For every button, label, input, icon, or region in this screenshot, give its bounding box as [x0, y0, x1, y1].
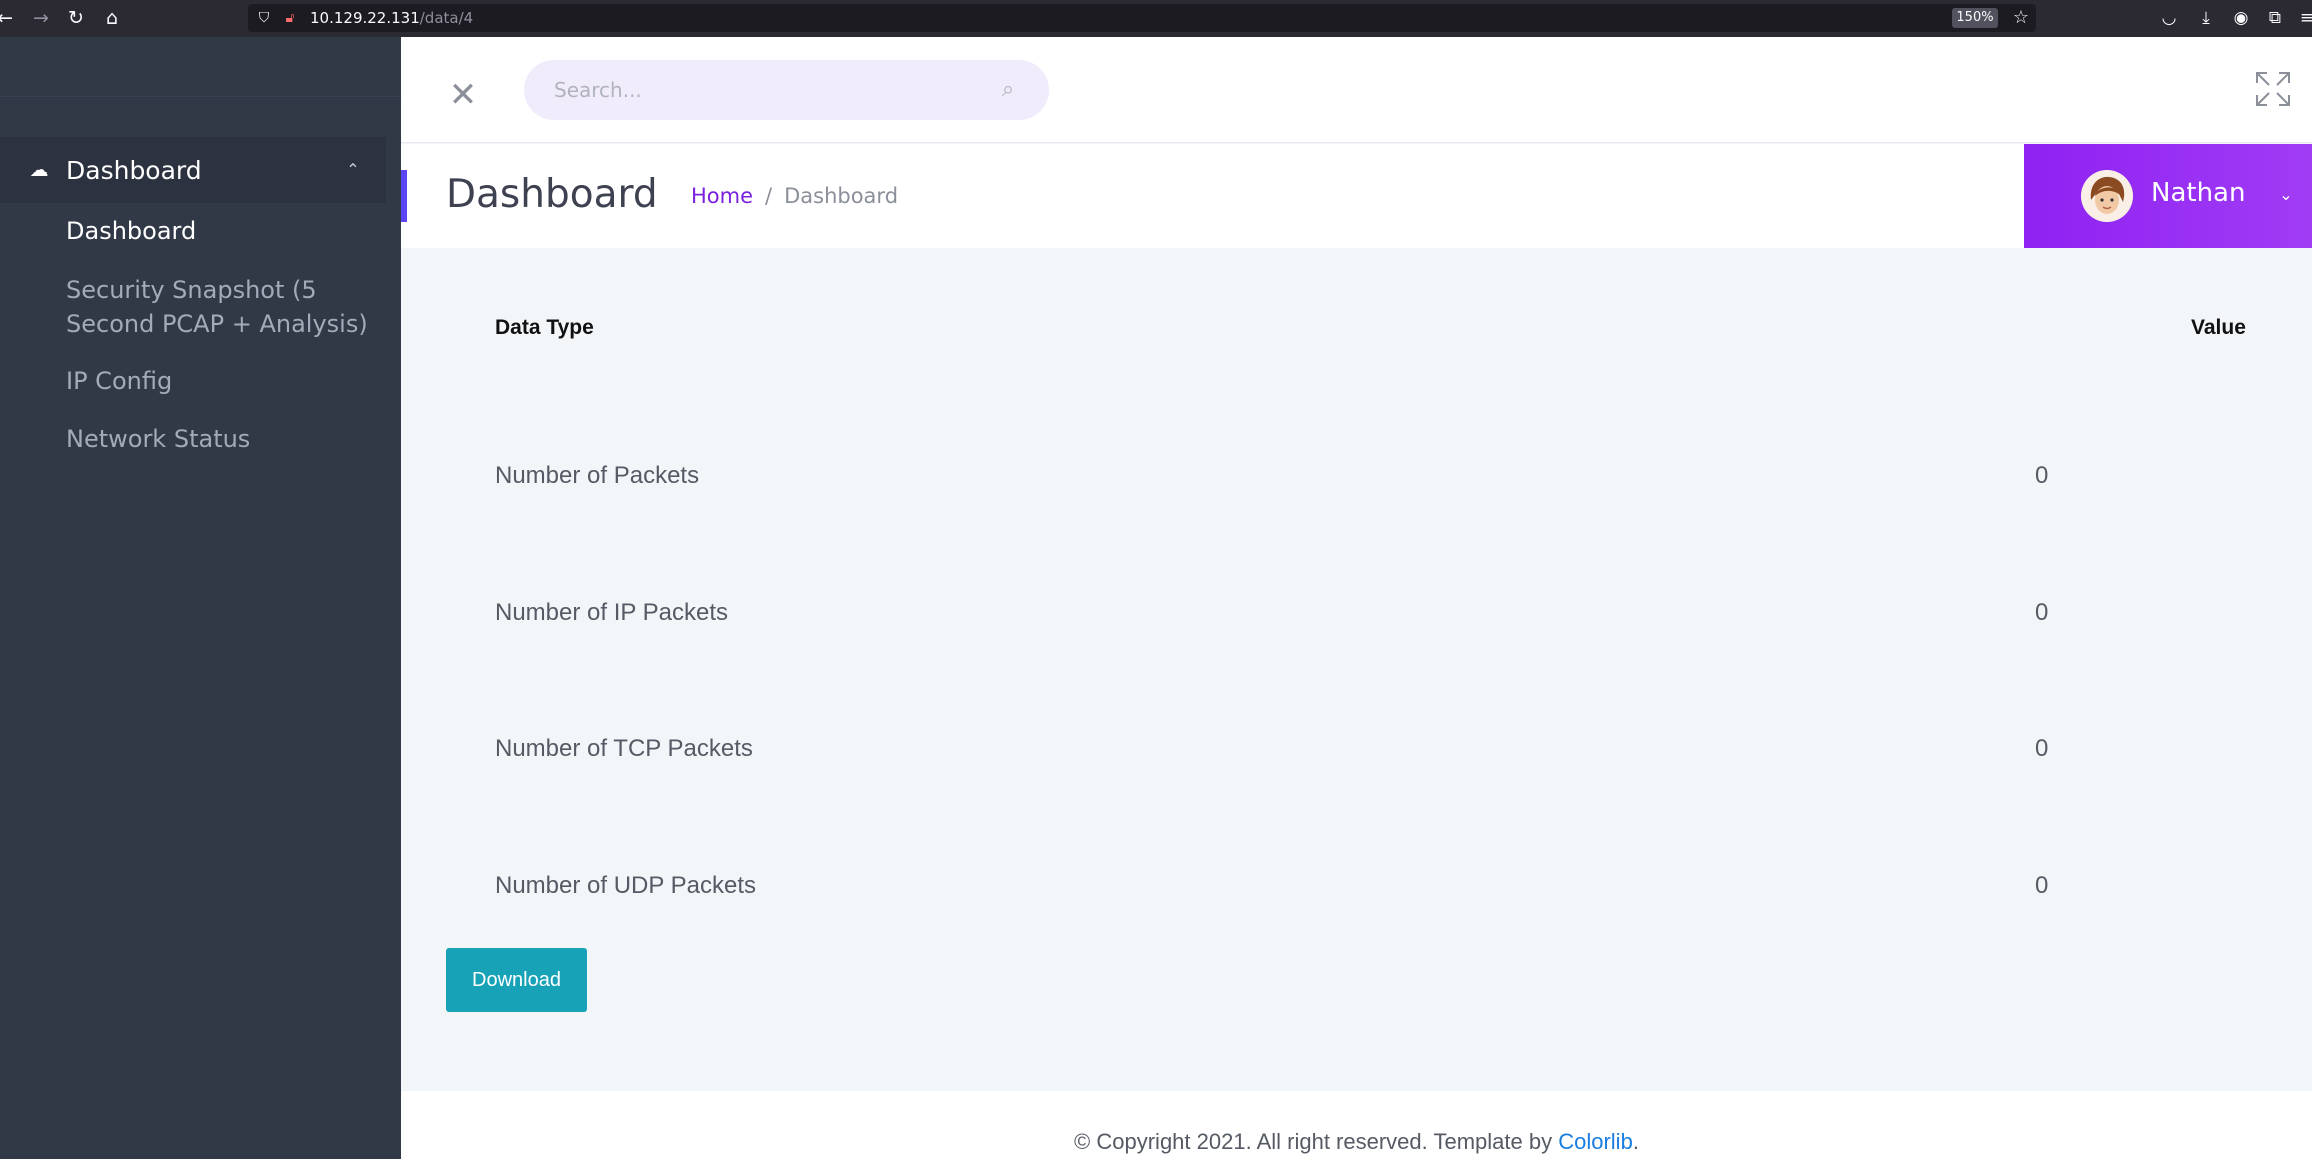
cloud-upload-icon: ☁ [29, 159, 49, 181]
top-header: ✕ ⌕ [401, 37, 2312, 143]
footer-copyright: © Copyright 2021. All right reserved. Te… [401, 1129, 2312, 1155]
back-arrow-icon[interactable]: ← [0, 7, 16, 29]
title-accent-bar [401, 170, 407, 222]
account-icon[interactable]: ◉ [2230, 7, 2252, 29]
download-button[interactable]: Download [446, 948, 587, 1012]
shield-icon[interactable]: ⛉ [254, 8, 274, 28]
extensions-icon[interactable]: ⧉ [2264, 7, 2286, 29]
menu-icon[interactable]: ≡ [2296, 7, 2312, 29]
sidebar-item-dashboard[interactable]: Dashboard [66, 214, 386, 248]
table-row-label: Number of TCP Packets [495, 735, 753, 762]
sidebar-group-label: Dashboard [66, 156, 202, 185]
table-row-value: 0 [2035, 735, 2049, 762]
table-row-label: Number of IP Packets [495, 599, 728, 626]
footer: © Copyright 2021. All right reserved. Te… [401, 1091, 2312, 1159]
chevron-down-icon[interactable]: ⌄ [2274, 182, 2298, 208]
url-bar[interactable]: ⛉ 🔓︎ 10.129.22.131/data/4 150% ☆ [248, 4, 2036, 32]
browser-toolbar: ← → ↻ ⌂ ⛉ 🔓︎ 10.129.22.131/data/4 150% ☆… [0, 0, 2312, 37]
breadcrumb-current: Dashboard [784, 184, 899, 208]
table-row-label: Number of UDP Packets [495, 872, 756, 899]
avatar-face-icon [2081, 170, 2133, 222]
url-text[interactable]: 10.129.22.131/data/4 [310, 9, 473, 27]
home-icon[interactable]: ⌂ [101, 7, 123, 29]
column-header-value: Value [2191, 316, 2246, 339]
breadcrumb: Home / Dashboard [691, 184, 898, 208]
main-content: Data Type Value Number of Packets 0 Numb… [401, 248, 2312, 1091]
column-header-data-type: Data Type [495, 316, 594, 339]
page-title-bar: Dashboard Home / Dashboard Nathan ⌄ [401, 144, 2312, 248]
sidebar-item-ip-config[interactable]: IP Config [66, 364, 386, 398]
breadcrumb-home-link[interactable]: Home [691, 184, 753, 208]
sidebar: ☁ Dashboard ⌃ Dashboard Security Snapsho… [0, 37, 401, 1159]
bookmark-star-icon[interactable]: ☆ [2010, 7, 2032, 29]
page-title: Dashboard [446, 172, 658, 217]
close-icon[interactable]: ✕ [445, 77, 481, 113]
sidebar-item-security-snapshot[interactable]: Security Snapshot (5 Second PCAP + Analy… [66, 273, 386, 341]
avatar[interactable] [2081, 170, 2133, 222]
user-menu[interactable]: Nathan ⌄ [2024, 144, 2312, 248]
footer-copyright-text: © Copyright 2021. All right reserved. Te… [1074, 1129, 1559, 1154]
colorlib-link[interactable]: Colorlib [1558, 1129, 1633, 1154]
search-icon[interactable]: ⌕ [993, 75, 1023, 105]
download-arrow-icon[interactable]: ⤓ [2195, 7, 2217, 29]
chevron-up-icon[interactable]: ⌃ [340, 157, 366, 183]
table-row-label: Number of Packets [495, 462, 700, 489]
sidebar-group-dashboard[interactable]: ☁ Dashboard ⌃ [0, 137, 386, 203]
user-name: Nathan [2151, 178, 2246, 208]
forward-arrow-icon[interactable]: → [30, 7, 52, 29]
table-row-value: 0 [2035, 872, 2049, 899]
footer-suffix: . [1632, 1129, 1639, 1154]
zoom-level-badge[interactable]: 150% [1952, 8, 1998, 28]
reload-icon[interactable]: ↻ [65, 7, 87, 29]
sidebar-item-network-status[interactable]: Network Status [66, 422, 386, 456]
sidebar-brand-area [0, 37, 401, 97]
fullscreen-expand-icon[interactable] [2253, 69, 2293, 109]
table-row-value: 0 [2035, 599, 2049, 626]
insecure-lock-icon[interactable]: 🔓︎ [280, 8, 300, 28]
table-row-value: 0 [2035, 462, 2049, 489]
pocket-icon[interactable]: ◡ [2158, 7, 2180, 29]
breadcrumb-separator: / [765, 184, 773, 208]
search-input[interactable] [524, 60, 1049, 120]
